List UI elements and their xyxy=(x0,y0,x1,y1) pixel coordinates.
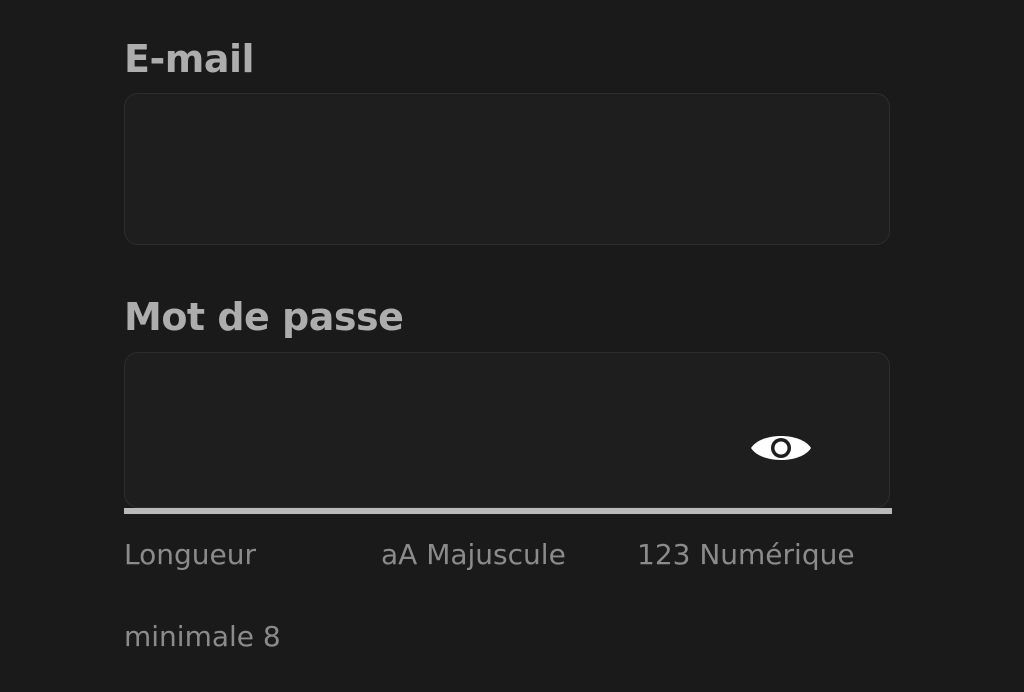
email-field-container[interactable] xyxy=(124,93,890,246)
email-label: E-mail xyxy=(124,37,255,81)
requirement-numeric: 123 Numérique xyxy=(637,538,855,571)
eye-icon[interactable] xyxy=(749,426,813,470)
password-strength-bar xyxy=(124,508,892,514)
password-field-container[interactable] xyxy=(124,352,890,509)
password-field[interactable] xyxy=(149,353,733,509)
requirement-length-line1: Longueur xyxy=(124,538,256,571)
signup-form: E-mail Mot de passe Longueur minimale 8 … xyxy=(0,0,1024,692)
password-strength-fill xyxy=(124,508,892,514)
requirement-length-line2: minimale 8 xyxy=(124,620,281,653)
requirement-uppercase: aA Majuscule xyxy=(381,538,566,571)
password-label: Mot de passe xyxy=(124,295,404,339)
email-field[interactable] xyxy=(149,94,733,246)
